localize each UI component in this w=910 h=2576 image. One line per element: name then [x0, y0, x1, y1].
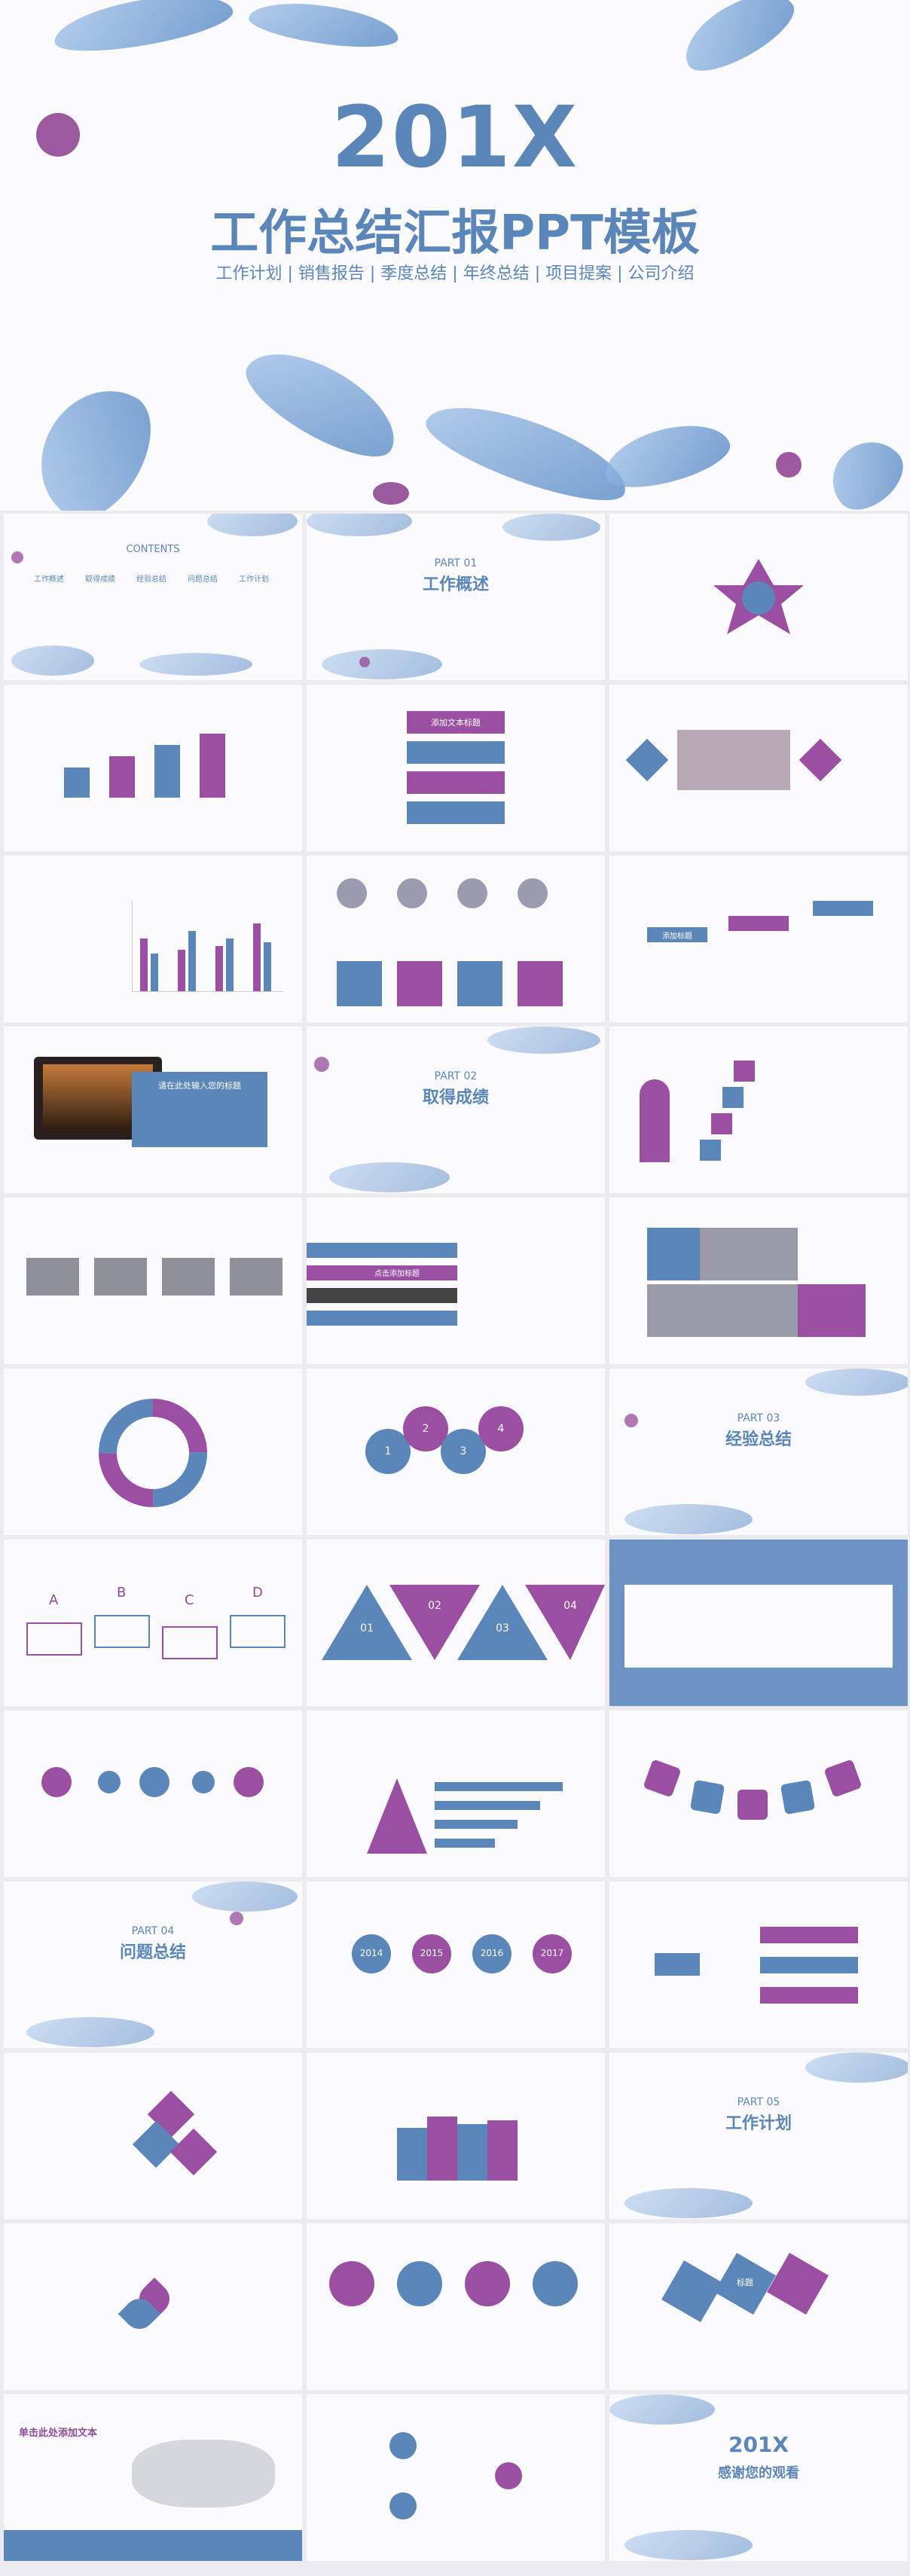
num-04: 04 [563, 1600, 577, 1612]
cover-slide: 201X 工作总结汇报PPT模板 工作计划 | 销售报告 | 季度总结 | 年终… [0, 0, 910, 511]
slide-part05[interactable]: PART 05 工作计划 [609, 2053, 908, 2219]
label-c: C [185, 1592, 194, 1608]
part03-label: PART 03 [737, 1412, 780, 1424]
cover-title: 工作总结汇报PPT模板 [210, 206, 700, 261]
add-text-title: 添加文本标题 [431, 718, 481, 728]
slide-branch-list[interactable] [609, 1882, 908, 2048]
part04-title: 问题总结 [119, 1943, 186, 1962]
ink-splash [373, 482, 409, 505]
slide-arrow-chart[interactable] [4, 685, 302, 851]
slide-puzzle[interactable] [4, 2053, 302, 2219]
slide-abcd-boxes[interactable]: A B C D [4, 1540, 302, 1706]
slide-blue-process[interactable] [609, 1540, 908, 1706]
slide-world-map[interactable]: 单击此处添加文本 [4, 2394, 302, 2561]
contents-item-2: 取得成绩 [85, 575, 115, 584]
slide-contents[interactable]: CONTENTS 工作概述 取得成绩 经验总结 问题总结 工作计划 [4, 514, 302, 680]
click-add-title: 点击添加标题 [374, 1270, 420, 1278]
step-2: 2 [422, 1423, 429, 1435]
contents-item-4: 问题总结 [188, 575, 218, 584]
part01-title: 工作概述 [422, 575, 489, 594]
slide-hanging-tags[interactable] [609, 1711, 908, 1877]
slide-bar-chart[interactable] [4, 856, 302, 1022]
num-02: 02 [428, 1600, 441, 1612]
label-a: A [49, 1592, 59, 1608]
slide-part04[interactable]: PART 04 问题总结 [4, 1882, 302, 2048]
slide-thumbnail-grid: CONTENTS 工作概述 取得成绩 经验总结 问题总结 工作计划 PART 0… [0, 514, 910, 2576]
slide-numbered-links[interactable] [307, 2394, 605, 2561]
feather-decoration [817, 427, 910, 511]
feather-decoration [17, 368, 171, 511]
slide-ring-diagram[interactable] [4, 1369, 302, 1535]
slide-add-title-boxes[interactable]: 添加标题 [609, 856, 908, 1022]
cover-year: 201X [331, 89, 579, 187]
slide-ribbon-list[interactable]: 点击添加标题 [307, 1198, 605, 1364]
step-3: 3 [460, 1445, 467, 1457]
part03-title: 经验总结 [725, 1430, 792, 1449]
slide-laptop[interactable]: 请在此处输入您的标题 [4, 1027, 302, 1193]
contents-item-3: 经验总结 [136, 575, 166, 584]
closing-year: 201X [728, 2432, 789, 2457]
year-2017: 2017 [540, 1948, 564, 1958]
slide-star-diagram[interactable] [609, 514, 908, 680]
slide-hexagons[interactable] [609, 685, 908, 851]
slide-icon-process[interactable] [4, 1711, 302, 1877]
part02-title: 取得成绩 [422, 1088, 489, 1107]
num-03: 03 [496, 1622, 509, 1634]
slide-four-icons[interactable] [307, 2223, 605, 2390]
slide-text-list[interactable]: 添加文本标题 [307, 685, 605, 851]
slide-closing[interactable]: 201X 感谢您的观看 [609, 2394, 908, 2561]
contents-item-5: 工作计划 [239, 575, 269, 584]
map-heading: 单击此处添加文本 [19, 2428, 98, 2439]
slide-part02[interactable]: PART 02 取得成绩 [307, 1027, 605, 1193]
contents-heading: CONTENTS [126, 544, 180, 555]
label-b: B [117, 1585, 127, 1601]
feather-decoration [246, 0, 402, 54]
slide-part01[interactable]: PART 01 工作概述 [307, 514, 605, 680]
label-d: D [252, 1585, 263, 1601]
slide-3d-bars[interactable] [307, 2053, 605, 2219]
slide-team-photos[interactable] [307, 856, 605, 1022]
closing-thanks: 感谢您的观看 [718, 2465, 799, 2481]
slide-steps[interactable] [609, 1027, 908, 1193]
add-title-1: 添加标题 [662, 932, 692, 941]
part01-label: PART 01 [434, 557, 478, 569]
contents-item-1: 工作概述 [34, 575, 64, 584]
feather-decoration [673, 0, 804, 84]
year-2016: 2016 [480, 1948, 504, 1958]
cover-subtitle: 工作计划 | 销售报告 | 季度总结 | 年终总结 | 项目提案 | 公司介绍 [215, 264, 695, 283]
year-2014: 2014 [359, 1948, 383, 1958]
slide-number-circles[interactable]: 1 2 3 4 [307, 1369, 605, 1535]
part05-label: PART 05 [737, 2096, 780, 2108]
laptop-caption: 请在此处输入您的标题 [158, 1081, 241, 1091]
hex-label: 标题 [737, 2278, 753, 2288]
feather-decoration [417, 387, 637, 511]
part04-label: PART 04 [131, 1925, 175, 1937]
year-2015: 2015 [420, 1948, 444, 1958]
step-1: 1 [384, 1445, 392, 1457]
slide-photo-row[interactable] [4, 1198, 302, 1364]
feather-decoration [234, 332, 411, 474]
slide-part03[interactable]: PART 03 经验总结 [609, 1369, 908, 1535]
slide-triangles[interactable]: 01 02 03 04 [307, 1540, 605, 1706]
step-4: 4 [497, 1423, 505, 1435]
part02-label: PART 02 [434, 1070, 478, 1082]
slide-petal-diagram[interactable] [4, 2223, 302, 2390]
num-01: 01 [360, 1622, 374, 1634]
slide-photo-collage[interactable] [609, 1198, 908, 1364]
ink-splash [776, 452, 802, 478]
part05-title: 工作计划 [725, 2114, 792, 2133]
slide-pyramid[interactable] [307, 1711, 605, 1877]
slide-hex-icons[interactable]: 标题 [609, 2223, 908, 2390]
feather-decoration [597, 414, 736, 498]
feather-decoration [50, 0, 237, 61]
slide-timeline-years[interactable]: 2014 2015 2016 2017 [307, 1882, 605, 2048]
